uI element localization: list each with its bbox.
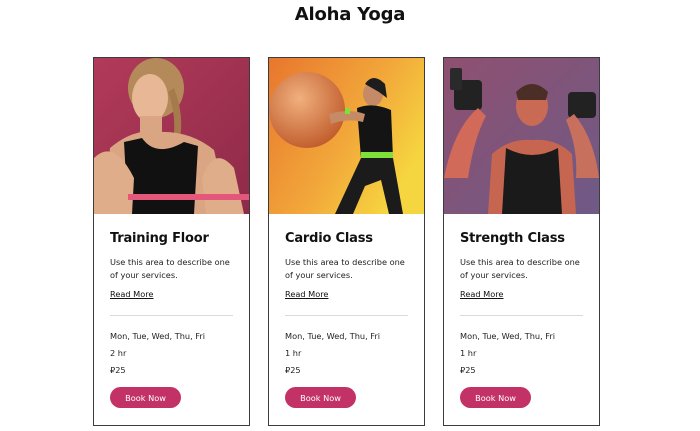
read-more-link[interactable]: Read More: [110, 289, 153, 299]
cardio-class-photo: [269, 58, 424, 214]
page-title: Aloha Yoga: [294, 4, 406, 25]
card-duration: 1 hr: [460, 348, 477, 358]
card-days: Mon, Tue, Wed, Thu, Fri: [460, 331, 556, 341]
card-title: Cardio Class: [285, 231, 373, 246]
card-price: ₽25: [285, 365, 301, 375]
book-now-button[interactable]: Book Now: [460, 387, 531, 408]
read-more-link[interactable]: Read More: [285, 289, 328, 299]
service-card-training-floor: Training Floor Use this area to describe…: [93, 57, 250, 426]
card-duration: 2 hr: [110, 348, 127, 358]
card-description: Use this area to describe one of your se…: [110, 257, 230, 280]
card-divider: [285, 315, 408, 316]
card-description: Use this area to describe one of your se…: [460, 257, 580, 280]
book-now-button[interactable]: Book Now: [110, 387, 181, 408]
card-price: ₽25: [110, 365, 126, 375]
card-days: Mon, Tue, Wed, Thu, Fri: [285, 331, 381, 341]
service-card-cardio-class: Cardio Class Use this area to describe o…: [268, 57, 425, 426]
book-now-button[interactable]: Book Now: [285, 387, 356, 408]
read-more-link[interactable]: Read More: [460, 289, 503, 299]
card-description: Use this area to describe one of your se…: [285, 257, 405, 280]
card-price: ₽25: [460, 365, 476, 375]
training-floor-photo: [94, 58, 249, 214]
card-divider: [110, 315, 233, 316]
service-card-strength-class: Strength Class Use this area to describe…: [443, 57, 600, 426]
card-title: Training Floor: [110, 231, 209, 246]
card-divider: [460, 315, 583, 316]
card-title: Strength Class: [460, 231, 565, 246]
services-list: Training Floor Use this area to describe…: [93, 57, 600, 426]
card-duration: 1 hr: [285, 348, 302, 358]
card-days: Mon, Tue, Wed, Thu, Fri: [110, 331, 206, 341]
strength-class-photo: [444, 58, 599, 214]
